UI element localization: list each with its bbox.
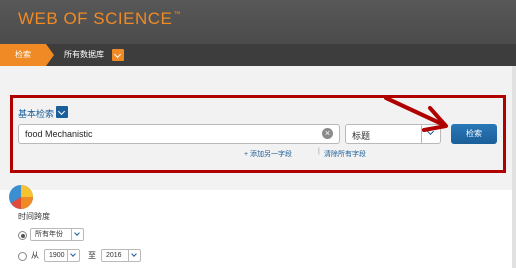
- database-selector-label[interactable]: 所有数据库: [64, 44, 104, 66]
- from-year-select[interactable]: 1900: [44, 249, 80, 262]
- from-label: 从: [31, 251, 39, 260]
- radio-year-range[interactable]: [18, 252, 27, 261]
- all-years-value: 所有年份: [35, 231, 63, 238]
- all-years-select[interactable]: 所有年份: [30, 228, 84, 241]
- trademark: ™: [173, 11, 181, 18]
- chevron-down-icon[interactable]: [67, 250, 79, 261]
- app-header: WEB OF SCIENCE™: [0, 0, 516, 44]
- tab-search[interactable]: 检索: [0, 44, 54, 66]
- annotation-arrow-icon: [384, 96, 448, 132]
- wos-logo[interactable]: WEB OF SCIENCE™: [18, 9, 181, 29]
- chevron-down-icon[interactable]: [112, 49, 124, 61]
- to-year-select[interactable]: 2016: [101, 249, 141, 262]
- vertical-scrollbar[interactable]: [512, 66, 516, 268]
- radio-all-years[interactable]: [18, 231, 27, 240]
- nav-bar: 检索 所有数据库: [0, 44, 516, 66]
- chevron-down-icon[interactable]: [128, 250, 140, 261]
- logo-text: WEB OF SCIENCE: [18, 9, 173, 28]
- pie-chart-icon: [9, 185, 33, 209]
- to-label: 至: [88, 251, 96, 260]
- to-year-value: 2016: [106, 252, 122, 259]
- timespan-label: 时间跨度: [18, 212, 50, 221]
- from-year-value: 1900: [49, 252, 65, 259]
- chevron-down-icon[interactable]: [71, 229, 83, 240]
